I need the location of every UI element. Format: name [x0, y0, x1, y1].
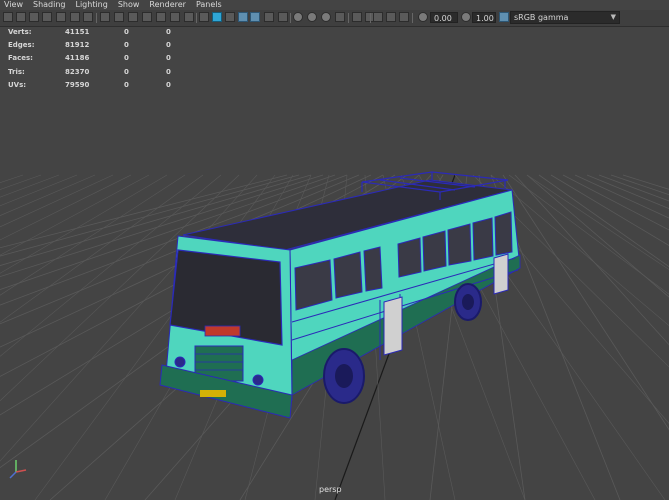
grid-line	[562, 174, 669, 231]
menu-renderer[interactable]: Renderer	[144, 0, 191, 10]
grid-line	[598, 174, 669, 202]
xray-joints-icon[interactable]	[373, 12, 383, 22]
license-plate	[200, 390, 226, 397]
hud-label: Tris:	[8, 67, 25, 76]
grid-line	[502, 174, 669, 431]
rear-wheel-hub	[462, 294, 474, 310]
grid-line	[610, 174, 669, 196]
hud-value-total: 81912	[65, 41, 90, 50]
hud-value-total: 79590	[65, 80, 90, 89]
chevron-down-icon: ▼	[610, 13, 616, 21]
grease-pencil-icon[interactable]	[70, 12, 80, 22]
bus-rear-door	[493, 253, 509, 295]
isolate-select-icon[interactable]	[352, 12, 362, 22]
view-axis-indicator	[9, 460, 27, 479]
hud-value-total: 41151	[65, 28, 90, 36]
film-gate-icon[interactable]	[100, 12, 110, 22]
grid-line	[508, 174, 669, 295]
hud-value-selected: 0	[124, 67, 129, 76]
gate-mask-icon[interactable]	[128, 12, 138, 22]
bus-door	[383, 296, 403, 356]
view-transform-value: sRGB gamma	[514, 13, 569, 22]
view-transform-dropdown[interactable]: sRGB gamma ▼	[510, 11, 620, 24]
color-management-icon[interactable]	[499, 12, 509, 22]
viewport-3d[interactable]: persp	[0, 27, 669, 500]
menu-view[interactable]: View	[0, 0, 28, 10]
camera-lock-icon[interactable]	[399, 12, 409, 22]
hud-value-total: 41186	[65, 54, 90, 63]
field-chart-icon[interactable]	[142, 12, 152, 22]
hud-value-selected: 0	[124, 80, 129, 89]
hud-value-total: 82370	[65, 67, 90, 76]
multisample-aa-icon[interactable]	[321, 12, 331, 22]
hud-value-triangles: 0	[166, 80, 171, 89]
hud-label: Verts:	[8, 28, 32, 36]
wireframe-icon[interactable]	[184, 12, 194, 22]
default-material-icon[interactable]	[225, 12, 235, 22]
motion-blur-icon[interactable]	[307, 12, 317, 22]
camera-attributes-icon[interactable]	[16, 12, 26, 22]
select-camera-icon[interactable]	[3, 12, 13, 22]
panel-toolbar: 0.00 1.00 sRGB gamma ▼	[0, 10, 669, 27]
smooth-shade-icon[interactable]	[199, 12, 209, 22]
hud-value-selected: 0	[124, 54, 129, 63]
shaded-cube-icon[interactable]	[212, 12, 222, 22]
depth-of-field-icon[interactable]	[335, 12, 345, 22]
resolution-gate-icon[interactable]	[114, 12, 124, 22]
hud-value-selected: 0	[124, 28, 129, 36]
front-wheel-hub	[335, 364, 353, 388]
two-d-pan-zoom-icon[interactable]	[56, 12, 66, 22]
grid-icon[interactable]	[83, 12, 93, 22]
menu-lighting[interactable]: Lighting	[70, 0, 112, 10]
left-headlight	[174, 356, 186, 368]
grid-line	[574, 174, 669, 219]
menu-panels[interactable]: Panels	[191, 0, 227, 10]
image-plane-icon[interactable]	[42, 12, 52, 22]
textured-icon[interactable]	[250, 12, 260, 22]
hud-value-triangles: 0	[166, 28, 171, 36]
shadows-icon[interactable]	[278, 12, 288, 22]
hud-label: Faces:	[8, 54, 33, 63]
toolbar-separator	[412, 13, 413, 23]
toolbar-separator	[196, 13, 197, 23]
gamma-icon[interactable]	[461, 12, 471, 22]
hud-value-triangles: 0	[166, 41, 171, 50]
right-headlight	[252, 374, 264, 386]
xray-active-components-icon[interactable]	[386, 12, 396, 22]
gamma-field[interactable]: 1.00	[472, 12, 496, 23]
grid-line	[0, 174, 168, 274]
hud-label: Edges:	[8, 41, 35, 50]
wireframe-on-shaded-icon[interactable]	[238, 12, 248, 22]
grid-line	[0, 174, 78, 207]
grid-line	[514, 174, 669, 346]
toolbar-separator	[96, 13, 97, 23]
panel-menubar: View Shading Lighting Show Renderer Pane…	[0, 0, 669, 10]
exposure-icon[interactable]	[418, 12, 428, 22]
viewport-scene	[0, 171, 669, 500]
safe-action-icon[interactable]	[156, 12, 166, 22]
menu-show[interactable]: Show	[113, 0, 145, 10]
hud-value-triangles: 0	[166, 67, 171, 76]
use-all-lights-icon[interactable]	[264, 12, 274, 22]
exposure-field[interactable]: 0.00	[430, 12, 458, 23]
screen-space-ao-icon[interactable]	[293, 12, 303, 22]
hud-label: UVs:	[8, 80, 27, 89]
hud-value-selected: 0	[124, 41, 129, 50]
grid-line	[538, 174, 669, 268]
hud-value-triangles: 0	[166, 54, 171, 63]
toolbar-separator	[290, 13, 291, 23]
bookmarks-icon[interactable]	[29, 12, 39, 22]
grid-line	[0, 174, 186, 296]
toolbar-separator	[348, 13, 349, 23]
camera-name-label: persp	[319, 485, 342, 494]
destination-board	[204, 325, 241, 337]
grid-line	[0, 174, 96, 216]
safe-title-icon[interactable]	[170, 12, 180, 22]
toolbar-separator	[370, 13, 371, 23]
menu-shading[interactable]: Shading	[28, 0, 71, 10]
